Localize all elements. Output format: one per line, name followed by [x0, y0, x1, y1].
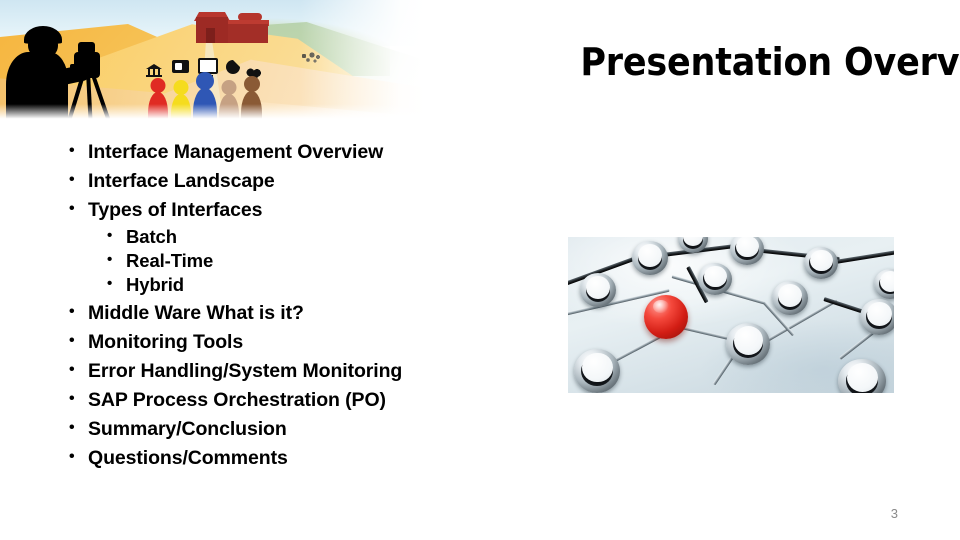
person-head: [150, 78, 166, 93]
network-node: [580, 273, 616, 307]
outline-item-label: Middle Ware What is it?: [88, 302, 304, 324]
outline-item-label: Summary/Conclusion: [88, 418, 287, 440]
person-figure: [241, 76, 262, 120]
photographer-hair: [24, 26, 62, 44]
person-figure: [171, 80, 191, 120]
outline-item: Interface Management Overview: [66, 141, 536, 163]
node-hole: [704, 265, 727, 288]
outline-item-label: Types of Interfaces: [88, 199, 263, 221]
network-node: [804, 247, 838, 279]
network-node: [632, 241, 668, 275]
photographer-silhouette: [6, 26, 124, 120]
network-node: [860, 299, 894, 335]
outline-item-label: Questions/Comments: [88, 447, 288, 469]
highlighted-network-node: [644, 295, 688, 339]
outline-subitem: Hybrid: [105, 274, 536, 295]
person-body: [193, 88, 217, 120]
slide-title: Presentation Overview: [580, 40, 960, 84]
node-gloss: [652, 300, 669, 314]
header-banner-image: [0, 0, 430, 120]
barn-door: [206, 28, 215, 43]
outline-item: Types of Interfaces Batch Real-Time Hybr…: [66, 199, 536, 295]
person-head: [243, 76, 260, 92]
outline-item: SAP Process Orchestration (PO): [66, 389, 536, 411]
outline-subitem-label: Hybrid: [126, 274, 184, 295]
person-body: [148, 92, 168, 120]
outline-item: Monitoring Tools: [66, 331, 536, 353]
outline-list: Interface Management Overview Interface …: [66, 141, 536, 469]
node-hole: [638, 243, 663, 267]
network-diagram-image: [568, 237, 894, 393]
node-hole: [810, 249, 833, 272]
tripod-leg: [90, 71, 112, 120]
person-head: [173, 80, 189, 95]
node-hole: [733, 326, 763, 355]
network-node: [698, 263, 732, 295]
outline-subitem-label: Batch: [126, 226, 177, 247]
slide: Presentation Overview Interface Manageme…: [0, 0, 960, 540]
outline-sublist: Batch Real-Time Hybrid: [88, 226, 536, 295]
person-figure: [193, 72, 217, 120]
outline-item: Error Handling/System Monitoring: [66, 360, 536, 382]
person-head: [221, 80, 237, 95]
node-hole: [736, 237, 759, 258]
outline-item-label: SAP Process Orchestration (PO): [88, 389, 386, 411]
outline-subitem-label: Real-Time: [126, 250, 214, 271]
outline-item-label: Interface Management Overview: [88, 141, 384, 163]
outline-item: Questions/Comments: [66, 447, 536, 469]
person-body: [219, 94, 239, 120]
cow-icon: [300, 52, 322, 64]
node-hole: [879, 271, 894, 292]
node-hole: [582, 352, 613, 383]
person-body: [171, 94, 191, 120]
people-figures: [148, 70, 268, 120]
barn-wing: [224, 24, 268, 43]
node-hole: [586, 275, 611, 299]
node-hole: [866, 301, 892, 327]
outline-item: Interface Landscape: [66, 170, 536, 192]
outline-content: Interface Management Overview Interface …: [66, 141, 536, 477]
network-node: [574, 349, 620, 393]
barn-icon: [194, 10, 269, 43]
outline-subitem: Batch: [105, 226, 536, 247]
node-hole: [778, 283, 803, 307]
outline-item-label: Monitoring Tools: [88, 331, 244, 353]
outline-item: Middle Ware What is it?: [66, 302, 536, 324]
person-figure: [219, 80, 239, 120]
network-node: [772, 281, 808, 315]
outline-subitem: Real-Time: [105, 250, 536, 271]
outline-item-label: Interface Landscape: [88, 170, 275, 192]
network-node: [726, 323, 770, 365]
person-figure: [148, 78, 168, 120]
outline-item: Summary/Conclusion: [66, 418, 536, 440]
person-body: [241, 91, 262, 120]
outline-item-label: Error Handling/System Monitoring: [88, 360, 403, 382]
page-number: 3: [890, 506, 898, 521]
